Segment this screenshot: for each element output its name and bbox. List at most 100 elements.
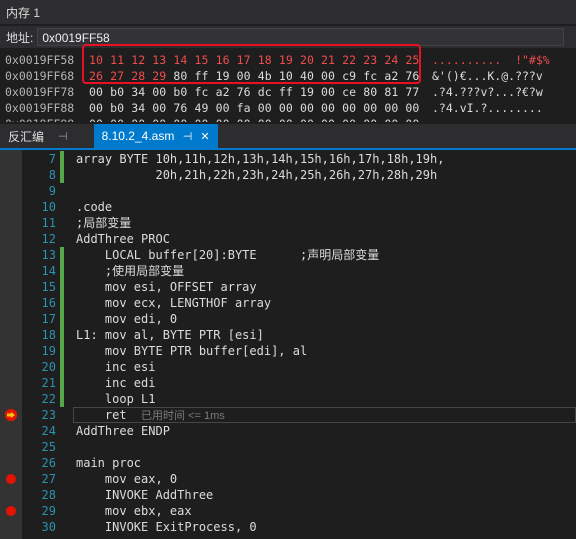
tab-asm-file[interactable]: 8.10.2_4.asm ⊣ ✕: [93, 124, 218, 148]
memory-row[interactable]: 0x0019FF58 10 11 12 13 14 15 16 17 18 19 …: [0, 52, 576, 68]
code-line[interactable]: 29 mov ebx, eax: [0, 503, 576, 519]
memory-byte: 00: [321, 117, 335, 122]
code-text-content: ret: [76, 408, 142, 422]
code-line[interactable]: 21 inc edi: [0, 375, 576, 391]
memory-byte: 80: [363, 85, 378, 99]
breakpoint-icon[interactable]: [6, 506, 16, 516]
pin-icon[interactable]: ⊣: [58, 130, 68, 143]
code-line[interactable]: 24 AddThree ENDP: [0, 423, 576, 439]
line-number: 30: [41, 520, 56, 534]
code-line[interactable]: 18 L1: mov al, BYTE PTR [esi]: [0, 327, 576, 343]
memory-byte: 00: [363, 117, 377, 122]
code-text-content: AddThree PROC: [76, 232, 170, 246]
code-text-content: inc esi: [76, 360, 156, 374]
memory-byte: 00: [89, 85, 104, 99]
code-text: .code: [76, 199, 112, 215]
memory-row-address: 0x0019FF88: [5, 101, 75, 115]
memory-byte: 11: [110, 53, 125, 67]
memory-byte: 76: [173, 101, 188, 115]
line-number: 18: [41, 328, 56, 342]
memory-byte: 00: [131, 117, 145, 122]
memory-byte: 00: [258, 117, 272, 122]
memory-row[interactable]: 0x0019FF78 00 b0 34 00 b0 fc a2 76 dc ff …: [0, 84, 576, 100]
memory-window-title: 内存 1: [0, 0, 576, 24]
memory-row-bytes: 26 27 28 29 80 ff 19 00 4b 10 40 00 c9 f…: [89, 68, 419, 84]
code-line[interactable]: 23 ret 已用时间 <= 1ms: [0, 407, 576, 423]
code-line[interactable]: 16 mov ecx, LENGTHOF array: [0, 295, 576, 311]
code-text-content: ;局部变量: [76, 216, 132, 230]
current-statement-breakpoint-icon[interactable]: [5, 409, 17, 421]
code-line[interactable]: 17 mov edi, 0: [0, 311, 576, 327]
code-text: mov ebx, eax: [76, 503, 192, 519]
memory-row[interactable]: 0x0019FF88 00 b0 34 00 76 49 00 fa 00 00 …: [0, 100, 576, 116]
code-line[interactable]: 22 loop L1: [0, 391, 576, 407]
code-line[interactable]: 27 mov eax, 0: [0, 471, 576, 487]
memory-byte: 25: [405, 53, 420, 67]
tab-strip: 反汇编 ⊣ 8.10.2_4.asm ⊣ ✕: [0, 124, 576, 148]
line-number: 21: [41, 376, 56, 390]
code-text: loop L1: [76, 391, 156, 407]
code-text-content: LOCAL buffer[20]:BYTE ;声明局部变量: [76, 248, 380, 262]
code-line[interactable]: 15 mov esi, OFFSET array: [0, 279, 576, 295]
line-number: 23: [41, 408, 56, 422]
code-text: mov ecx, LENGTHOF array: [76, 295, 271, 311]
memory-byte: 00: [342, 117, 356, 122]
memory-row[interactable]: 0x0019FF68 26 27 28 29 80 ff 19 00 4b 10 …: [0, 68, 576, 84]
memory-byte: a2: [215, 85, 230, 99]
memory-row-bytes: 00 b0 34 00 b0 fc a2 76 dc ff 19 00 ce 8…: [89, 84, 419, 100]
code-text: ret 已用时间 <= 1ms: [76, 407, 225, 424]
change-indicator-bar: [60, 295, 64, 311]
code-line[interactable]: 30 INVOKE ExitProcess, 0: [0, 519, 576, 535]
line-number: 19: [41, 344, 56, 358]
memory-byte: 18: [257, 53, 272, 67]
code-text: mov BYTE PTR buffer[edi], al: [76, 343, 307, 359]
code-line[interactable]: 7 array BYTE 10h,11h,12h,13h,14h,15h,16h,…: [0, 151, 576, 167]
pin-icon[interactable]: ⊣: [183, 130, 193, 143]
code-line[interactable]: 8 20h,21h,22h,23h,24h,25h,26h,27h,28h,29…: [0, 167, 576, 183]
memory-byte: 23: [363, 53, 378, 67]
memory-byte: 13: [152, 53, 167, 67]
address-input[interactable]: 0x0019FF58: [37, 28, 565, 46]
code-line[interactable]: 14 ;使用局部变量: [0, 263, 576, 279]
code-editor[interactable]: 7 array BYTE 10h,11h,12h,13h,14h,15h,16h,…: [0, 150, 576, 539]
memory-row[interactable]: 0x0019FF98 00 00 00 00 00 00 00 00 00 00 …: [0, 116, 576, 122]
code-line[interactable]: 9: [0, 183, 576, 199]
code-text-content: mov esi, OFFSET array: [76, 280, 257, 294]
tab-disassembly[interactable]: 反汇编 ⊣: [0, 124, 76, 148]
code-text-content: mov eax, 0: [76, 472, 178, 486]
code-line[interactable]: 13 LOCAL buffer[20]:BYTE ;声明局部变量: [0, 247, 576, 263]
code-text: L1: mov al, BYTE PTR [esi]: [76, 327, 264, 343]
code-line[interactable]: 26 main proc: [0, 455, 576, 471]
memory-row-ascii: .......... !"#$%: [432, 53, 550, 67]
memory-byte: 15: [194, 53, 209, 67]
code-line[interactable]: 12 AddThree PROC: [0, 231, 576, 247]
memory-byte: 22: [342, 53, 357, 67]
code-line[interactable]: 11 ;局部变量: [0, 215, 576, 231]
memory-row-bytes: 00 00 00 00 00 00 00 00 00 00 00 00 00 0…: [89, 116, 419, 122]
memory-byte: 19: [299, 85, 314, 99]
code-text: array BYTE 10h,11h,12h,13h,14h,15h,16h,1…: [76, 151, 444, 167]
memory-byte: 14: [173, 53, 188, 67]
memory-byte: fc: [363, 69, 378, 83]
breakpoint-icon[interactable]: [6, 474, 16, 484]
code-text-content: main proc: [76, 456, 142, 470]
code-text-content: mov edi, 0: [76, 312, 178, 326]
change-indicator-bar: [60, 247, 64, 263]
memory-byte: 21: [321, 53, 336, 67]
code-line[interactable]: 25: [0, 439, 576, 455]
code-line[interactable]: 19 mov BYTE PTR buffer[edi], al: [0, 343, 576, 359]
memory-byte: 49: [194, 101, 209, 115]
memory-byte: 00: [152, 101, 167, 115]
line-number: 15: [41, 280, 56, 294]
code-line[interactable]: 28 INVOKE AddThree: [0, 487, 576, 503]
memory-byte: fc: [194, 85, 209, 99]
memory-row-address: 0x0019FF68: [5, 69, 75, 83]
memory-byte: 00: [236, 69, 251, 83]
memory-view[interactable]: 0x0019FF58 10 11 12 13 14 15 16 17 18 19 …: [0, 50, 576, 122]
code-text-content: loop L1: [76, 392, 156, 406]
code-line[interactable]: 10 .code: [0, 199, 576, 215]
line-number: 17: [41, 312, 56, 326]
close-icon[interactable]: ✕: [200, 130, 209, 143]
code-text-content: 20h,21h,22h,23h,24h,25h,26h,27h,28h,29h: [76, 168, 438, 182]
code-line[interactable]: 20 inc esi: [0, 359, 576, 375]
